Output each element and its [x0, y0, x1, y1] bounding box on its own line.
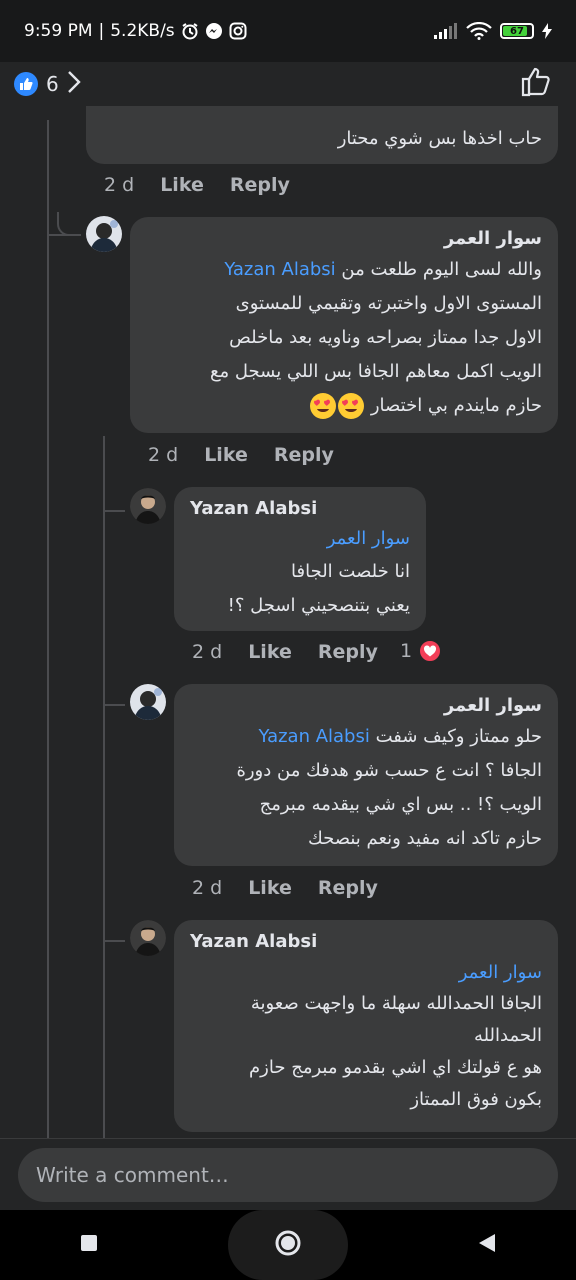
battery-level: 67	[510, 25, 524, 37]
comment-author[interactable]: Yazan Alabsi	[190, 497, 410, 521]
comment-time: 2 d	[192, 641, 223, 663]
thread-branch	[47, 234, 81, 236]
comment-text: الاول جدا ممتاز بصراحه وناويه بعد ماخلص	[229, 327, 542, 348]
system-nav-bar	[0, 1210, 576, 1280]
like-button[interactable]: Like	[248, 641, 292, 663]
thread-branch	[103, 940, 125, 942]
wifi-icon	[466, 22, 492, 40]
comment-text: الجافا ؟ انت ع حسب شو هدفك من دورة	[236, 760, 542, 781]
comment-actions: 2 d Like Reply	[192, 877, 378, 899]
recents-button[interactable]	[49, 1215, 129, 1275]
avatar[interactable]	[130, 684, 166, 720]
comment-composer[interactable]	[18, 1148, 558, 1202]
reaction-count: 1	[400, 640, 413, 662]
comment-author[interactable]: Yazan Alabsi	[190, 930, 542, 954]
status-bar: 9:59 PM | 5.2KB/s 67	[0, 0, 576, 62]
comment-text: هو ع قولتك اي اشي بقدمو مبرمج حازم	[249, 1057, 542, 1078]
comment-text: يعني بتنصحيني اسجل ؟!	[227, 595, 410, 616]
comment-text: المستوى الاول واختبرته وتقيمي للمستوى	[235, 293, 542, 314]
comment-time: 2 d	[192, 877, 223, 899]
circle-icon	[274, 1229, 302, 1261]
comment-text: الحمدالله	[473, 1025, 542, 1046]
comment-thread[interactable]: حاب اخذها بس شوي محتار 2 d Like Reply سو…	[0, 106, 576, 1138]
comment-actions: 2 d Like Reply	[104, 174, 290, 196]
comment-bubble[interactable]: سوار العمر حلو ممتاز وكيف شفت Yazan Alab…	[174, 684, 558, 866]
comment-composer-bar	[0, 1138, 576, 1210]
comment-bubble[interactable]: حاب اخذها بس شوي محتار	[86, 106, 558, 164]
thread-branch	[103, 510, 125, 512]
avatar[interactable]	[86, 216, 122, 252]
comment-input[interactable]	[36, 1163, 540, 1187]
reactions-header: 6	[0, 62, 576, 106]
comment-text: والله لسى اليوم طلعت من	[341, 259, 542, 280]
like-count[interactable]: 6	[46, 72, 59, 96]
comment-actions: 2 d Like Reply	[192, 641, 378, 663]
comment-text: الجافا الحمدالله سهلة ما واجهت صعوبة	[250, 993, 542, 1014]
thumbs-up-icon[interactable]	[520, 66, 552, 102]
comment-bubble[interactable]: Yazan Alabsi سوار العمر انا خلصت الجافا …	[174, 487, 426, 631]
like-button[interactable]: Like	[248, 877, 292, 899]
comment-time: 2 d	[148, 444, 179, 466]
comment-text: الويب اكمل معاهم الجافا بس اللي يسجل مع	[209, 361, 542, 382]
reply-button[interactable]: Reply	[318, 641, 378, 663]
messenger-icon	[205, 22, 223, 40]
comment-text: حلو ممتاز وكيف شفت	[375, 726, 542, 747]
comment-author[interactable]: سوار العمر	[146, 227, 542, 251]
status-separator: |	[98, 21, 105, 41]
mention-link[interactable]: Yazan Alabsi	[224, 259, 335, 280]
like-reaction-icon[interactable]	[14, 72, 38, 96]
signal-icon	[434, 23, 458, 39]
thread-line-nested	[103, 436, 105, 1138]
like-button[interactable]: Like	[160, 174, 204, 196]
charging-icon	[542, 23, 552, 39]
status-network-speed: 5.2KB/s	[110, 21, 175, 41]
back-button[interactable]	[447, 1215, 527, 1275]
heart-eyes-emoji-icon	[338, 393, 365, 419]
thread-branch	[57, 212, 81, 236]
square-icon	[80, 1234, 98, 1256]
comment-bubble[interactable]: سوار العمر والله لسى اليوم طلعت من Yazan…	[130, 217, 558, 433]
alarm-icon	[181, 22, 199, 40]
reply-button[interactable]: Reply	[230, 174, 290, 196]
thread-branch	[103, 704, 125, 706]
like-button[interactable]: Like	[204, 444, 248, 466]
comment-bubble[interactable]: Yazan Alabsi سوار العمر الجافا الحمدالله…	[174, 920, 558, 1132]
comment-text: انا خلصت الجافا	[291, 561, 410, 582]
heart-eyes-emoji-icon	[310, 393, 337, 419]
love-reaction-icon	[418, 639, 443, 663]
comment-author[interactable]: سوار العمر	[190, 694, 542, 718]
reaction-summary[interactable]: 1	[400, 639, 443, 663]
triangle-back-icon	[478, 1233, 496, 1257]
mention-link[interactable]: سوار العمر	[459, 962, 542, 983]
comment-text: بكون فوق الممتاز	[410, 1089, 542, 1110]
comment-text: حاب اخذها بس شوي محتار	[337, 128, 542, 149]
thread-line-main	[47, 120, 49, 1138]
reply-button[interactable]: Reply	[318, 877, 378, 899]
battery-icon: 67	[500, 23, 534, 39]
chevron-right-icon[interactable]	[67, 70, 81, 98]
comment-text: حازم تاكد انه مفيد ونعم بنصحك	[307, 828, 542, 849]
comment-actions: 2 d Like Reply	[148, 444, 334, 466]
avatar[interactable]	[130, 920, 166, 956]
mention-link[interactable]: Yazan Alabsi	[259, 726, 370, 747]
comment-text: الويب ؟! .. بس اي شي بيقدمه مبرمج	[259, 794, 542, 815]
mention-link[interactable]: سوار العمر	[327, 528, 410, 549]
status-time: 9:59 PM	[24, 21, 93, 41]
comment-text: حازم مايندم بي اختصار	[370, 395, 542, 416]
comment-time: 2 d	[104, 174, 135, 196]
reply-button[interactable]: Reply	[274, 444, 334, 466]
home-button[interactable]	[227, 1210, 348, 1280]
avatar[interactable]	[130, 488, 166, 524]
instagram-icon	[229, 22, 247, 40]
